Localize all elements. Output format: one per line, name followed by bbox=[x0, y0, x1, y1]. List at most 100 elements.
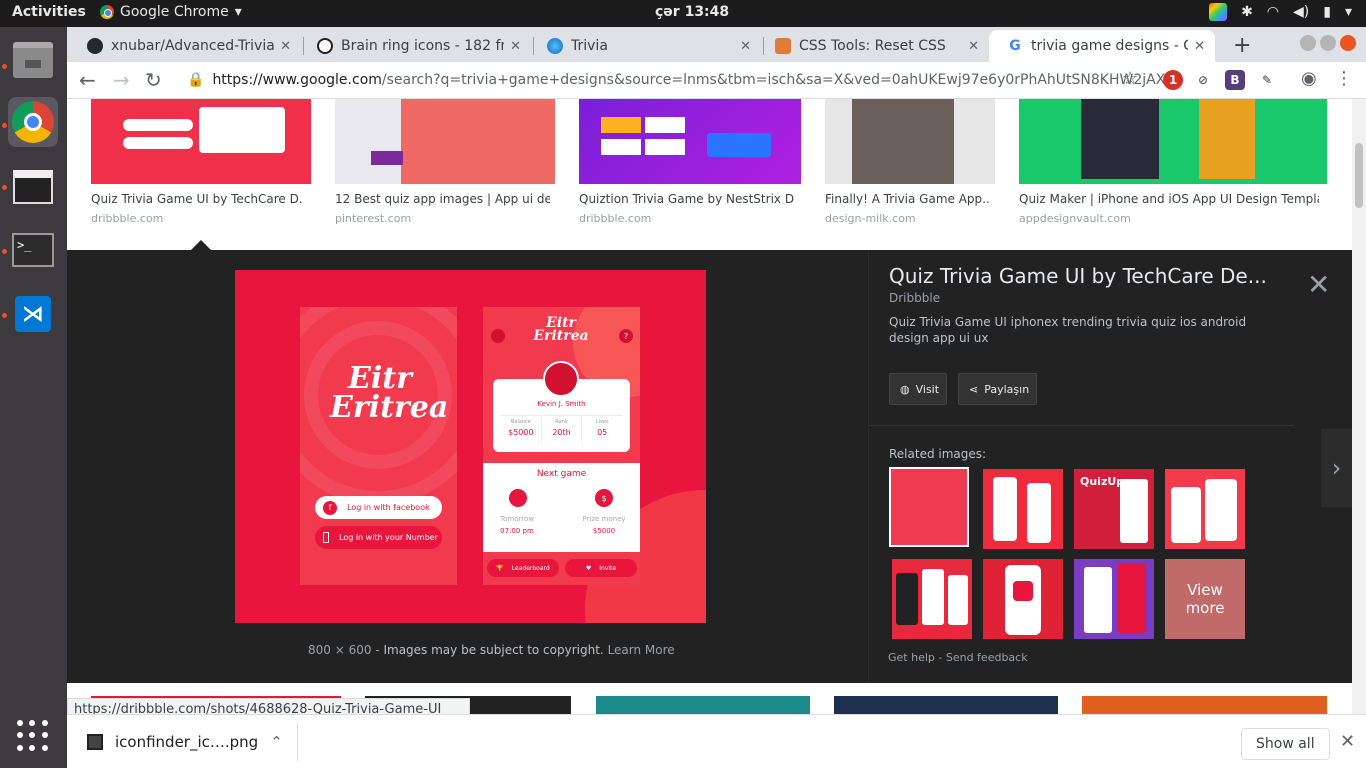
tab-github[interactable]: xnubar/Advanced-Trivia ✕ bbox=[69, 30, 301, 62]
close-icon[interactable]: ✕ bbox=[510, 39, 521, 54]
terminal-icon[interactable]: >_ bbox=[8, 225, 58, 275]
result-title[interactable]: Quiztion Trivia Game by NestStrix D... bbox=[579, 192, 795, 206]
close-icon[interactable]: ✕ bbox=[280, 39, 291, 54]
result-thumbnail[interactable] bbox=[1019, 99, 1327, 184]
trivia-icon bbox=[547, 38, 563, 54]
tab-brain-ring[interactable]: Brain ring icons - 182 fre ✕ bbox=[299, 30, 531, 62]
eyedropper-ext-icon[interactable]: ✎ bbox=[1257, 70, 1277, 90]
result-thumbnail[interactable] bbox=[825, 99, 995, 184]
related-image[interactable]: QuizUp bbox=[1074, 469, 1154, 549]
result-thumbnail[interactable] bbox=[834, 696, 1058, 714]
browser-toolbar: ← → ↻ 🔒 https://www.google.com /search?q… bbox=[67, 62, 1366, 99]
clock[interactable]: çər 13:48 bbox=[655, 4, 729, 20]
maximize-button[interactable] bbox=[1320, 35, 1336, 51]
account-icon[interactable]: ◉ bbox=[1301, 68, 1317, 89]
result-tile[interactable]: Quiz Maker | iPhone and iOS App UI Desig… bbox=[1019, 99, 1327, 225]
result-tile[interactable]: Quiz Trivia Game UI by TechCare D... dri… bbox=[91, 99, 311, 225]
url-path: /search?q=trivia+game+designs&source=lnm… bbox=[381, 72, 1177, 88]
download-item[interactable]: iconfinder_ic….png ⌃ bbox=[87, 733, 283, 751]
app-menu[interactable]: Google Chrome ▾ bbox=[100, 4, 242, 20]
send-feedback-link[interactable]: Send feedback bbox=[946, 651, 1028, 664]
image-title[interactable]: Quiz Trivia Game UI by TechCare De... bbox=[889, 264, 1309, 288]
reload-button[interactable]: ↻ bbox=[145, 68, 162, 92]
menu-icon[interactable]: ⋮ bbox=[1335, 68, 1353, 89]
forward-button[interactable]: → bbox=[113, 68, 130, 92]
view-more-label: View more bbox=[1185, 581, 1225, 617]
share-button[interactable]: ⋖ Paylaşın bbox=[958, 373, 1037, 405]
dock: >_ ⋊ bbox=[0, 27, 67, 768]
related-image[interactable] bbox=[892, 559, 972, 639]
image-site[interactable]: Dribbble bbox=[889, 291, 1309, 305]
result-title[interactable]: Quiz Trivia Game UI by TechCare D... bbox=[91, 192, 303, 206]
related-image[interactable] bbox=[1165, 469, 1245, 549]
address-bar[interactable]: 🔒 https://www.google.com /search?q=trivi… bbox=[177, 65, 1177, 95]
show-applications-icon[interactable] bbox=[17, 720, 49, 752]
preview-logo-line2: Eritrea bbox=[330, 389, 449, 425]
result-thumbnail[interactable] bbox=[91, 99, 311, 184]
result-title[interactable]: Finally! A Trivia Game App... bbox=[825, 192, 991, 206]
wifi-icon[interactable]: ◠ bbox=[1267, 4, 1279, 20]
tab-css-tools[interactable]: CSS Tools: Reset CSS ✕ bbox=[757, 30, 989, 62]
tab-google-search[interactable]: G trivia game designs - Go ✕ bbox=[989, 30, 1215, 62]
dollar-icon: $ bbox=[595, 489, 613, 507]
result-thumbnail[interactable] bbox=[596, 696, 810, 714]
preview-prize-label: Prize money bbox=[582, 515, 626, 523]
result-title[interactable]: 12 Best quiz app images | App ui de... bbox=[335, 192, 550, 206]
close-icon[interactable]: ✕ bbox=[1340, 731, 1355, 752]
preview-profile-card: Kevin J. Smith Balance $5000 Rank 20th Liv… bbox=[493, 361, 630, 452]
result-thumbnail[interactable] bbox=[579, 99, 801, 184]
close-icon[interactable]: ✕ bbox=[740, 39, 751, 54]
search-results-page: Quiz Trivia Game UI by TechCare D... dri… bbox=[67, 99, 1352, 714]
url-host: https://www.google.com bbox=[212, 72, 382, 88]
running-indicator bbox=[2, 64, 7, 69]
bootstrap-ext-icon[interactable]: B bbox=[1225, 70, 1245, 90]
block-ext-icon[interactable]: ⊘ bbox=[1193, 70, 1213, 90]
view-more-button[interactable]: View more bbox=[1165, 559, 1245, 639]
result-thumbnail[interactable] bbox=[335, 99, 555, 184]
related-image[interactable] bbox=[983, 469, 1063, 549]
new-tab-button[interactable]: + bbox=[1233, 33, 1251, 58]
result-title[interactable]: Quiz Maker | iPhone and iOS App UI Desig… bbox=[1019, 192, 1319, 206]
related-image[interactable] bbox=[1074, 559, 1154, 639]
video-editor-icon[interactable] bbox=[8, 162, 58, 212]
visit-button[interactable]: ◍ Visit bbox=[889, 373, 947, 405]
next-image-button[interactable]: › bbox=[1321, 429, 1352, 507]
battery-icon[interactable]: ▮ bbox=[1323, 4, 1331, 20]
related-image[interactable] bbox=[983, 559, 1063, 639]
activities-button[interactable]: Activities bbox=[12, 4, 86, 20]
close-icon[interactable]: ✕ bbox=[1307, 268, 1330, 301]
close-icon[interactable]: ✕ bbox=[1194, 39, 1205, 54]
color-picker-icon[interactable] bbox=[1209, 3, 1228, 21]
result-thumbnail[interactable] bbox=[1082, 696, 1327, 714]
files-icon[interactable] bbox=[8, 35, 58, 85]
system-tray[interactable]: ✱ ◠ ◀) ▮ ▾ bbox=[1209, 3, 1352, 21]
result-tile[interactable]: Quiztion Trivia Game by NestStrix D... d… bbox=[579, 99, 801, 225]
preview-image[interactable]: Eitr Eritrea f Log in with facebook Log … bbox=[235, 270, 706, 623]
bookmark-star-icon[interactable]: ☆ bbox=[1122, 68, 1138, 89]
minimize-button[interactable] bbox=[1300, 35, 1316, 51]
result-tile[interactable]: Finally! A Trivia Game App... design-mil… bbox=[825, 99, 995, 225]
phone-icon bbox=[323, 532, 329, 543]
result-tile[interactable]: 12 Best quiz app images | App ui de... p… bbox=[335, 99, 555, 225]
file-icon bbox=[87, 734, 103, 750]
get-help-link[interactable]: Get help bbox=[888, 651, 935, 664]
learn-more-link[interactable]: Learn More bbox=[608, 643, 675, 657]
close-window-button[interactable] bbox=[1340, 35, 1356, 51]
panel-divider bbox=[868, 250, 869, 683]
page-scrollbar[interactable] bbox=[1352, 99, 1366, 714]
preview-stat-lives: Lives 05 bbox=[581, 416, 622, 445]
tab-trivia[interactable]: Trivia ✕ bbox=[529, 30, 761, 62]
volume-icon[interactable]: ◀) bbox=[1293, 4, 1309, 20]
chevron-down-icon[interactable]: ▾ bbox=[1345, 4, 1352, 20]
result-source: dribbble.com bbox=[91, 212, 164, 225]
running-indicator bbox=[2, 185, 7, 190]
close-icon[interactable]: ✕ bbox=[968, 39, 979, 54]
vscode-icon[interactable]: ⋊ bbox=[8, 289, 58, 339]
related-image[interactable] bbox=[889, 467, 969, 547]
chevron-up-icon[interactable]: ⌃ bbox=[270, 733, 283, 751]
back-button[interactable]: ← bbox=[79, 68, 96, 92]
chrome-dock-icon[interactable] bbox=[8, 97, 58, 147]
slack-icon[interactable]: ✱ bbox=[1241, 4, 1253, 20]
show-all-button[interactable]: Show all bbox=[1241, 728, 1330, 760]
opera-ext-icon[interactable]: 1 bbox=[1163, 70, 1183, 90]
